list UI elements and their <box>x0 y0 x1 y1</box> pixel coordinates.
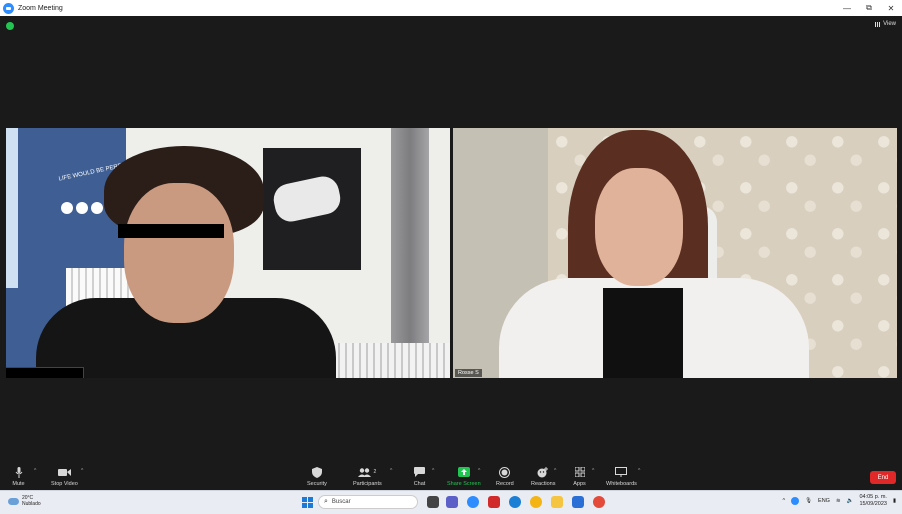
chat-button[interactable]: Chat <box>413 466 426 487</box>
language-indicator[interactable]: ENG <box>818 498 830 504</box>
pdf-reader-icon[interactable] <box>488 496 500 508</box>
reactions-button[interactable]: Reactions <box>531 466 555 487</box>
record-button[interactable]: Record <box>496 466 514 487</box>
whiteboard-icon <box>615 466 628 478</box>
restore-button[interactable]: ⧉ <box>858 0 880 16</box>
redaction-bar <box>118 224 224 238</box>
whiteboards-button[interactable]: Whiteboards <box>606 466 637 487</box>
zoom-logo-icon <box>3 2 14 14</box>
participants-button[interactable]: 2 Participants <box>353 466 382 487</box>
file-explorer-icon[interactable] <box>551 496 563 508</box>
window-controls: — ⧉ ✕ <box>836 0 902 16</box>
window <box>6 128 18 288</box>
curtain <box>391 128 429 353</box>
window-titlebar: Zoom Meeting — ⧉ ✕ <box>0 0 902 16</box>
mail-icon[interactable] <box>572 496 584 508</box>
wall-decal-pause-icon <box>76 202 88 214</box>
apps-options-chevron-icon[interactable]: ^ <box>592 468 594 474</box>
meeting-toolbar: Mute ^ Stop Video ^ Security 2 Participa… <box>0 464 902 490</box>
participants-icon: 2 <box>356 466 378 478</box>
video-tile-participant-1[interactable]: LIFE WOULD BE PERFECT IF <box>6 128 450 378</box>
microphone-icon <box>12 466 25 478</box>
wall-decal-play-icon <box>91 202 103 214</box>
participant-shirt <box>603 288 683 378</box>
meeting-area: View LIFE WOULD BE PERFECT IF Rosse S <box>0 16 902 464</box>
apps-button[interactable]: Apps <box>573 466 586 487</box>
participants-options-chevron-icon[interactable]: ^ <box>390 468 392 474</box>
apps-grid-icon <box>573 466 586 478</box>
chat-options-chevron-icon[interactable]: ^ <box>432 468 434 474</box>
teams-icon[interactable] <box>446 496 458 508</box>
zoom-tray-icon[interactable] <box>791 497 800 505</box>
weather-description: Nublado <box>22 501 41 507</box>
os-taskbar: 20°C Nublado ⌕ Buscar ^ 🎙 ENG ≋ 🔈 04:05 … <box>0 490 902 514</box>
bed <box>326 343 450 378</box>
zoom-taskbar-icon[interactable] <box>467 496 479 508</box>
search-placeholder: Buscar <box>331 499 351 505</box>
participants-count: 2 <box>373 469 377 475</box>
participant-name-tag: Rosse S <box>455 369 482 377</box>
search-icon: ⌕ <box>324 498 328 505</box>
stop-video-button[interactable]: Stop Video <box>51 466 78 487</box>
record-icon <box>498 466 511 478</box>
participant-face <box>595 168 683 286</box>
taskbar-clock[interactable]: 04:05 p. m. 15/09/2023 <box>859 494 887 508</box>
weather-widget[interactable]: 20°C Nublado <box>8 495 41 507</box>
clock-date: 15/09/2023 <box>859 501 887 507</box>
notifications-icon[interactable]: ▮ <box>893 498 896 504</box>
cloud-icon <box>8 497 19 505</box>
share-screen-button[interactable]: Share Screen <box>447 466 481 487</box>
audio-options-chevron-icon[interactable]: ^ <box>34 468 36 474</box>
wall-decal-rewind-icon <box>61 202 73 214</box>
view-button[interactable]: View <box>875 21 896 27</box>
window-title: Zoom Meeting <box>18 4 63 12</box>
edge-browser-icon[interactable] <box>509 496 521 508</box>
chat-bubble-icon <box>413 466 426 478</box>
wifi-icon[interactable]: ≋ <box>836 498 841 504</box>
share-options-chevron-icon[interactable]: ^ <box>478 468 480 474</box>
whiteboards-options-chevron-icon[interactable]: ^ <box>638 468 640 474</box>
reactions-options-chevron-icon[interactable]: ^ <box>554 468 556 474</box>
task-view-icon[interactable] <box>427 496 439 508</box>
mute-button[interactable]: Mute <box>12 466 25 487</box>
security-button[interactable]: Security <box>307 466 327 487</box>
video-camera-icon <box>57 466 71 478</box>
smiley-plus-icon <box>537 466 550 478</box>
chrome-browser-icon[interactable] <box>530 496 542 508</box>
redacted-name-tag <box>6 367 84 378</box>
share-screen-icon <box>457 466 470 478</box>
minimize-button[interactable]: — <box>836 0 858 16</box>
participant-face <box>124 183 234 323</box>
system-tray: ^ 🎙 ENG ≋ 🔈 04:05 p. m. 15/09/2023 ▮ <box>782 494 896 508</box>
grid-icon <box>875 21 882 27</box>
video-tile-participant-2[interactable]: Rosse S <box>453 128 897 378</box>
clock-time: 04:05 p. m. <box>859 494 887 500</box>
view-label: View <box>883 21 896 27</box>
windows-start-icon[interactable] <box>302 497 313 508</box>
microphone-tray-icon[interactable]: 🎙 <box>805 498 812 504</box>
speaker-icon[interactable]: 🔈 <box>847 498 854 504</box>
chevron-up-icon[interactable]: ^ <box>782 498 785 504</box>
encryption-shield-icon[interactable] <box>6 22 14 30</box>
end-meeting-button[interactable]: End <box>870 471 896 484</box>
taskbar-search-box[interactable]: ⌕ Buscar <box>318 495 418 509</box>
chrome-profile-icon[interactable] <box>593 496 605 508</box>
shield-icon <box>310 466 323 478</box>
video-options-chevron-icon[interactable]: ^ <box>81 468 83 474</box>
close-button[interactable]: ✕ <box>880 0 902 16</box>
